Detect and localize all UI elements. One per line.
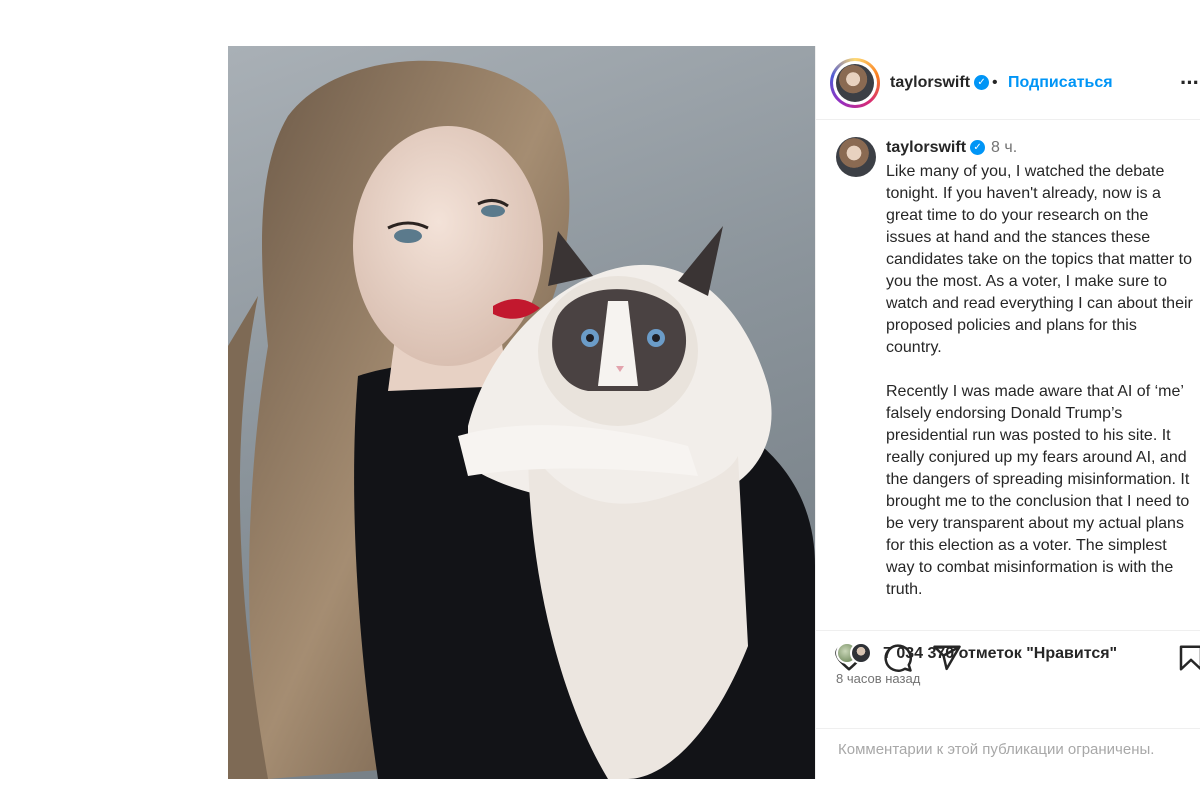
- caption-paragraph: Recently I was made aware that AI of ‘me…: [886, 383, 1190, 598]
- caption-scroll-area[interactable]: taylorswift ✓ 8 ч. Like many of you, I wat…: [816, 121, 1200, 629]
- post-age[interactable]: 8 часов назад: [836, 671, 920, 686]
- instagram-post: taylorswift ✓ • Подписаться ··· taylorswi…: [228, 46, 1200, 779]
- more-options-icon[interactable]: ···: [1180, 70, 1200, 96]
- caption-time[interactable]: 8 ч.: [991, 139, 1017, 156]
- comments-restricted-notice: Комментарии к этой публикации ограничены…: [816, 728, 1200, 779]
- profile-avatar[interactable]: [830, 58, 880, 108]
- caption-text: Like many of you, I watched the debate t…: [886, 161, 1196, 623]
- likes-count[interactable]: 7 034 370 отметок "Нравится": [883, 645, 1117, 663]
- follow-button[interactable]: Подписаться: [1008, 74, 1113, 92]
- post-header: taylorswift ✓ • Подписаться ···: [816, 46, 1200, 120]
- caption-avatar[interactable]: [836, 137, 876, 177]
- header-separator: •: [992, 74, 998, 91]
- caption-username[interactable]: taylorswift: [886, 139, 966, 156]
- post-side-panel: taylorswift ✓ • Подписаться ··· taylorswi…: [815, 46, 1200, 779]
- bookmark-icon[interactable]: [1176, 643, 1200, 673]
- post-photo-illustration: [228, 60, 815, 779]
- verified-badge-icon: ✓: [974, 75, 990, 91]
- header-username[interactable]: taylorswift ✓: [890, 74, 990, 92]
- post-photo[interactable]: [228, 46, 815, 779]
- verified-badge-icon: ✓: [970, 140, 986, 156]
- caption-header: taylorswift ✓ 8 ч.: [886, 139, 1017, 157]
- caption-paragraph: Like many of you, I watched the debate t…: [886, 163, 1193, 356]
- liker-avatar[interactable]: [850, 642, 872, 664]
